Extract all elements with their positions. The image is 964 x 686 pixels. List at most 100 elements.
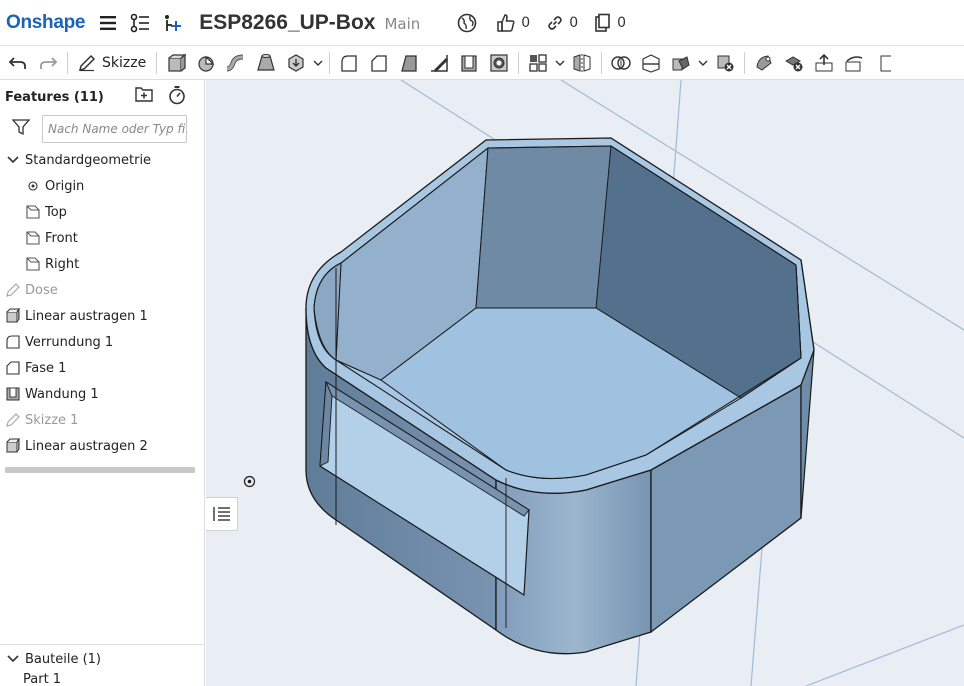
feature-list-toggle[interactable] [206,497,238,531]
globe-icon[interactable] [456,12,478,34]
chevron-down-icon[interactable] [696,48,710,78]
chamfer-tool-icon[interactable] [364,48,394,78]
split-tool-icon[interactable] [636,48,666,78]
tree-group-standardgeometrie[interactable]: Standardgeometrie [0,147,204,173]
feature-shell-1[interactable]: Wandung 1 [0,381,204,407]
feature-list-scrollbar[interactable] [5,467,195,473]
filter-row [0,114,204,144]
revolve-tool-icon[interactable] [191,48,221,78]
feature-label: Wandung 1 [25,386,99,402]
feature-extrude-1[interactable]: Linear austragen 1 [0,303,204,329]
toolbar-divider [601,51,603,74]
parts-group[interactable]: Bauteile (1) [0,646,205,672]
feature-sketch-dose[interactable]: Dose [0,277,204,303]
part-label: Part 1 [23,672,62,686]
feature-plane-front[interactable]: Front [0,225,204,251]
app-header: Onshape ESP8266_UP-Box Main 0 0 0 [0,0,964,46]
feature-label: Front [45,230,78,246]
toolbar-divider [156,51,158,74]
list-icon [212,507,230,521]
document-title[interactable]: ESP8266_UP-Box [199,11,375,35]
chevron-down-icon[interactable] [553,48,567,78]
extrude-icon [4,437,22,455]
fillet-icon [4,333,22,351]
transform-tool-icon[interactable] [666,48,696,78]
replace-face-tool-icon[interactable] [839,48,869,78]
links-count: 0 [569,14,579,31]
feature-plane-right[interactable]: Right [0,251,204,277]
plane-icon [24,255,42,273]
part-item[interactable]: Part 1 [0,672,205,686]
feature-list-header: Features (11) [0,80,204,114]
toolbar-divider [518,51,520,74]
link-icon [548,15,562,30]
draft-tool-icon[interactable] [394,48,424,78]
feature-fillet-1[interactable]: Verrundung 1 [0,329,204,355]
undo-icon[interactable] [3,48,33,78]
feature-label: Verrundung 1 [25,334,114,350]
feature-label: Dose [25,282,58,298]
filter-input[interactable] [42,115,187,143]
pencil-icon [78,54,96,71]
chamfer-icon [4,359,22,377]
redo-icon[interactable] [33,48,63,78]
origin-icon [243,473,256,488]
delete-part-tool-icon[interactable] [710,48,740,78]
loft-tool-icon[interactable] [251,48,281,78]
chevron-down-icon[interactable] [4,151,22,169]
boolean-tool-icon[interactable] [606,48,636,78]
feature-chamfer-1[interactable]: Fase 1 [0,355,204,381]
features-title: Features (11) [5,89,104,105]
hole-tool-icon[interactable] [484,48,514,78]
move-face-tool-icon[interactable] [809,48,839,78]
sweep-tool-icon[interactable] [221,48,251,78]
graphics-viewport[interactable] [206,80,964,686]
copies-button[interactable]: 0 [594,13,626,33]
branch-label[interactable]: Main [384,15,420,33]
like-button[interactable]: 0 [496,13,530,33]
pattern-tool-icon[interactable] [523,48,553,78]
onshape-logo[interactable]: Onshape [6,12,86,34]
origin-icon [24,177,42,195]
menu-icon[interactable] [97,12,119,34]
modify-fillet-tool-icon[interactable] [749,48,779,78]
chevron-down-icon[interactable] [311,48,325,78]
model-view[interactable] [206,80,964,686]
extrude-tool-icon[interactable] [161,48,191,78]
plane-icon [24,203,42,221]
feature-label: Origin [45,178,85,194]
feature-label: Linear austragen 1 [25,308,148,324]
links-button[interactable]: 0 [546,14,578,32]
filter-icon[interactable] [11,118,31,140]
feature-label: Top [45,204,67,220]
fillet-tool-icon[interactable] [334,48,364,78]
versions-icon[interactable] [129,12,151,34]
copies-count: 0 [617,14,627,31]
feature-label: Skizze 1 [25,412,79,428]
feature-plane-top[interactable]: Top [0,199,204,225]
feature-extrude-2[interactable]: Linear austragen 2 [0,433,204,459]
sketch-icon [4,281,22,299]
sketch-button[interactable]: Skizze [72,48,152,78]
chevron-down-icon[interactable] [4,650,22,668]
insert-icon[interactable] [161,12,183,34]
parts-title: Bauteile (1) [25,651,101,667]
shell-tool-icon[interactable] [454,48,484,78]
feature-origin[interactable]: Origin [0,173,204,199]
thicken-tool-icon[interactable] [281,48,311,78]
delete-face-tool-icon[interactable] [779,48,809,78]
shell-icon [4,385,22,403]
toolbar-divider [67,51,68,74]
parts-divider [0,644,205,645]
feature-list-panel: Features (11) Standardgeometrie Origin T… [0,80,205,686]
feature-label: Standardgeometrie [25,152,152,168]
stopwatch-icon[interactable] [168,85,186,109]
add-folder-icon[interactable] [134,85,154,109]
thumbs-up-icon [497,13,515,32]
mirror-tool-icon[interactable] [567,48,597,78]
offset-surface-tool-icon[interactable] [869,48,899,78]
rib-tool-icon[interactable] [424,48,454,78]
feature-tree: Standardgeometrie Origin Top Front Right… [0,147,204,459]
feature-sketch-1[interactable]: Skizze 1 [0,407,204,433]
plane-icon [24,229,42,247]
